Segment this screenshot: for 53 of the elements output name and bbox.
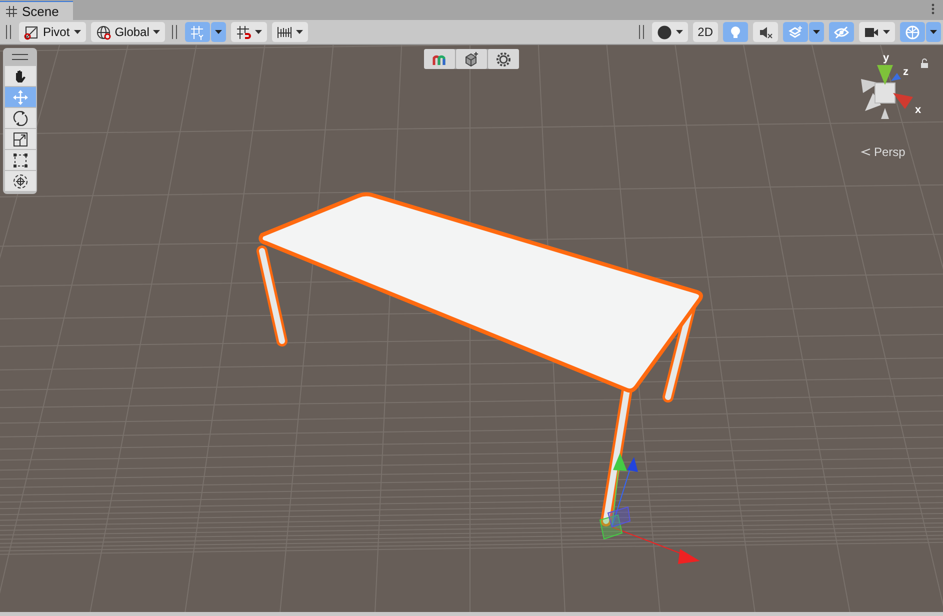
chevron-left-icon [861,148,871,156]
toolbar-handle[interactable] [6,25,11,39]
lock-icon[interactable] [921,58,928,68]
pivot-button[interactable]: Pivot [19,22,86,42]
scene-view[interactable]: y z x Persp [0,45,943,612]
audio-button[interactable] [753,22,778,42]
camera-button[interactable] [859,22,895,42]
ruler-button[interactable] [272,22,308,42]
axis-label: x [915,104,922,116]
light-bulb-icon [728,24,743,40]
orientation-cube-drawing[interactable] [861,65,913,119]
grid-magnet-icon [236,24,252,40]
layers-icon [788,24,803,40]
pivot-icon [24,24,39,40]
gizmo-sphere-icon [905,24,920,40]
shading-button[interactable] [652,22,688,42]
rotate-tool-button[interactable] [4,108,36,128]
settings-icon [496,52,511,66]
transform-tool-icon [12,174,28,188]
shading-sphere-icon [656,24,672,40]
rect-tool-icon [12,152,28,168]
scale-icon [12,132,28,146]
toolbar-handle[interactable] [638,25,644,39]
increment-snap-button[interactable] [231,22,268,42]
rotate-icon [12,110,28,126]
more-options-icon[interactable] [931,3,935,15]
dropdown-button[interactable] [211,22,226,42]
move-arrows-icon [12,90,28,104]
scene-tab[interactable]: Scene [0,1,73,20]
projection-label[interactable]: Persp [861,145,906,159]
toolbar-handle[interactable] [172,25,178,39]
ruler-icon [277,24,292,40]
cube-plus-icon [464,52,479,66]
colors-button[interactable] [424,49,455,69]
grid-icon [6,6,17,16]
axis-label: y [883,53,890,64]
hand-tool-button[interactable] [4,66,36,86]
axis-label: z [903,66,908,78]
settings-button[interactable] [488,49,519,69]
add-object-button[interactable] [456,49,487,69]
globe-icon [96,24,111,40]
speaker-muted-icon [758,24,773,40]
dropdown-button[interactable] [809,22,824,42]
hidden-eye-icon [834,24,849,40]
global-button[interactable]: Global [90,22,166,42]
transform-tool-button[interactable] [4,171,36,191]
panel-handle[interactable] [12,54,28,60]
scale-tool-button[interactable] [4,129,36,149]
grid-snap-icon [190,24,206,40]
dropdown-button[interactable] [926,22,941,42]
mode-2d-button[interactable]: 2D [692,22,718,42]
projection-text: Persp [874,145,906,159]
rect-tool-button[interactable] [4,150,36,170]
